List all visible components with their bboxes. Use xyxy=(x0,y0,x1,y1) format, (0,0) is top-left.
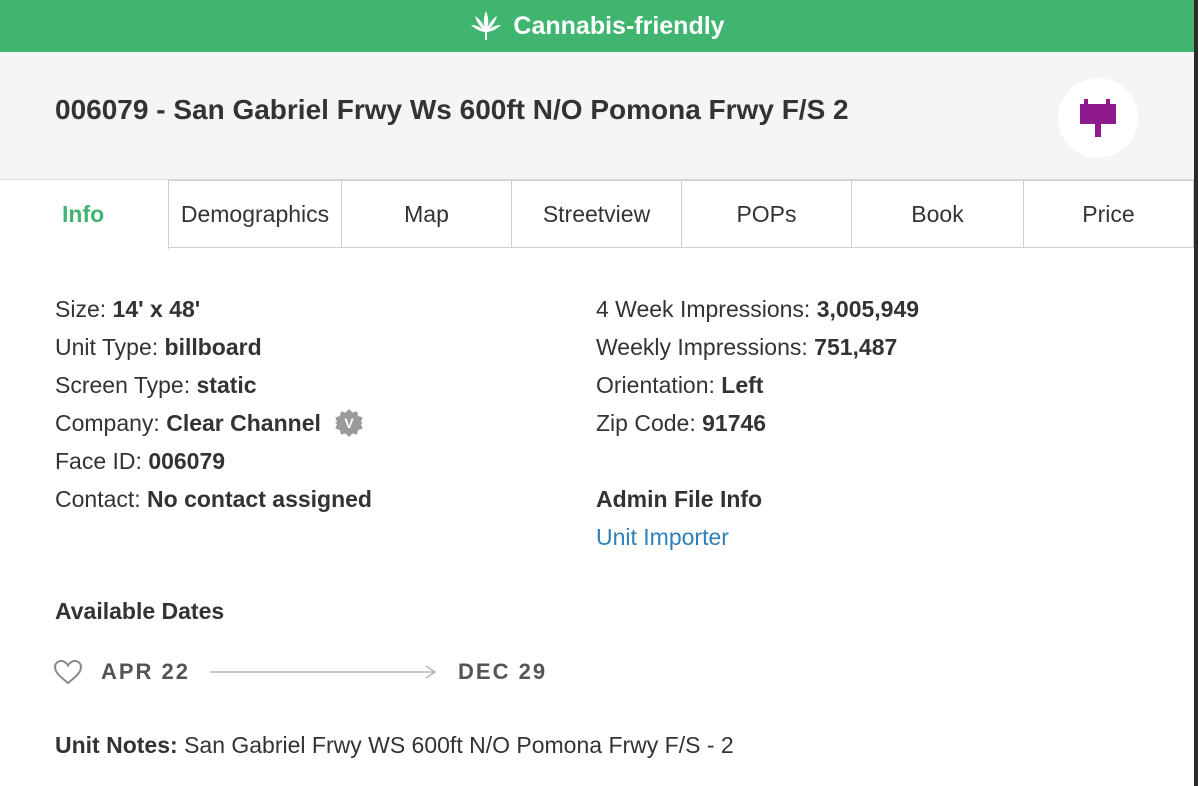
unit-type-value: billboard xyxy=(164,334,262,360)
verified-badge-icon: V xyxy=(335,408,364,437)
zip-code-value: 91746 xyxy=(702,410,767,436)
tab-pops[interactable]: POPs xyxy=(682,180,852,248)
heart-icon[interactable] xyxy=(53,659,83,685)
four-week-impressions-value: 3,005,949 xyxy=(816,296,920,322)
company-row: Company: Clear Channel V xyxy=(55,404,372,442)
contact-label: Contact: xyxy=(55,486,141,512)
screen-type-row: Screen Type: static xyxy=(55,366,372,404)
company-value: Clear Channel xyxy=(166,410,321,436)
screen-type-value: static xyxy=(196,372,257,398)
arrow-right-icon xyxy=(210,665,437,679)
size-value: 14' x 48' xyxy=(112,296,201,322)
start-date: APR 22 xyxy=(101,659,191,684)
tab-book[interactable]: Book xyxy=(852,180,1024,248)
unit-type-row: Unit Type: billboard xyxy=(55,328,372,366)
billboard-sign-icon xyxy=(1080,99,1116,137)
tab-streetview[interactable]: Streetview xyxy=(512,180,682,248)
weekly-impressions-row: Weekly Impressions: 751,487 xyxy=(596,328,919,366)
page-title: 006079 - San Gabriel Frwy Ws 600ft N/O P… xyxy=(55,94,849,125)
unit-details: Size: 14' x 48' Unit Type: billboard Scr… xyxy=(55,290,372,518)
orientation-label: Orientation: xyxy=(596,372,715,398)
face-id-row: Face ID: 006079 xyxy=(55,442,372,480)
four-week-impressions-row: 4 Week Impressions: 3,005,949 xyxy=(596,290,919,328)
contact-row: Contact: No contact assigned xyxy=(55,480,372,518)
tab-demographics[interactable]: Demographics xyxy=(169,180,342,248)
tab-info[interactable]: Info xyxy=(0,180,169,249)
unit-stats: 4 Week Impressions: 3,005,949 Weekly Imp… xyxy=(596,290,919,556)
orientation-value: Left xyxy=(721,372,764,398)
face-id-label: Face ID: xyxy=(55,448,142,474)
end-date: DEC 29 xyxy=(458,659,548,684)
tab-price[interactable]: Price xyxy=(1024,180,1194,248)
company-label: Company: xyxy=(55,410,160,436)
available-dates-heading: Available Dates xyxy=(55,598,225,624)
zip-code-label: Zip Code: xyxy=(596,410,696,436)
face-id-value: 006079 xyxy=(148,448,226,474)
verified-badge-letter: V xyxy=(345,415,355,431)
screen-type-label: Screen Type: xyxy=(55,372,191,398)
weekly-impressions-label: Weekly Impressions: xyxy=(596,334,808,360)
cannabis-friendly-banner: Cannabis-friendly xyxy=(0,0,1194,52)
contact-value: No contact assigned xyxy=(147,486,372,512)
banner-label: Cannabis-friendly xyxy=(513,11,725,40)
weekly-impressions-value: 751,487 xyxy=(814,334,898,360)
available-dates-range: APR 22 DEC 29 xyxy=(53,655,547,689)
orientation-row: Orientation: Left xyxy=(596,366,919,404)
unit-header: 006079 - San Gabriel Frwy Ws 600ft N/O P… xyxy=(0,52,1194,180)
unit-importer-link[interactable]: Unit Importer xyxy=(596,518,919,556)
billboard-badge xyxy=(1058,78,1138,158)
cannabis-leaf-icon xyxy=(471,11,502,40)
tab-map[interactable]: Map xyxy=(342,180,512,248)
zip-code-row: Zip Code: 91746 xyxy=(596,404,919,442)
unit-notes: Unit Notes: San Gabriel Frwy WS 600ft N/… xyxy=(55,732,734,759)
window-edge xyxy=(1194,0,1198,786)
tab-bar: Info Demographics Map Streetview POPs Bo… xyxy=(0,180,1194,249)
unit-notes-label: Unit Notes: xyxy=(55,732,178,758)
size-label: Size: xyxy=(55,296,107,322)
four-week-impressions-label: 4 Week Impressions: xyxy=(596,296,811,322)
unit-type-label: Unit Type: xyxy=(55,334,159,360)
unit-notes-value: San Gabriel Frwy WS 600ft N/O Pomona Frw… xyxy=(184,732,734,758)
admin-file-info-heading: Admin File Info xyxy=(596,486,763,512)
size-row: Size: 14' x 48' xyxy=(55,290,372,328)
